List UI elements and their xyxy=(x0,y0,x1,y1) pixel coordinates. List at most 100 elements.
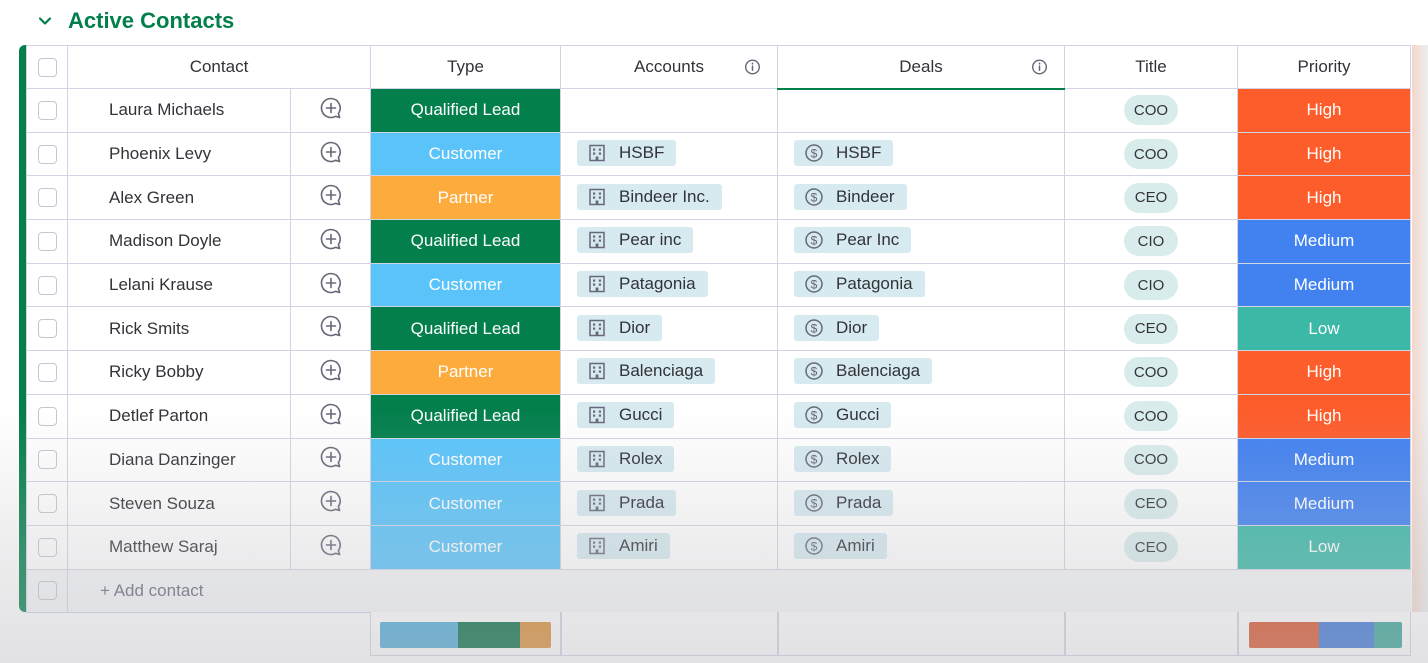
accounts-cell[interactable]: Patagonia xyxy=(560,262,778,308)
type-status-cell[interactable]: Qualified Lead xyxy=(370,306,561,352)
title-cell[interactable]: CEO xyxy=(1064,306,1238,352)
priority-status-cell[interactable]: High xyxy=(1237,175,1411,221)
contact-name[interactable]: Laura Michaels xyxy=(67,88,291,133)
contact-name[interactable]: Madison Doyle xyxy=(67,219,291,264)
add-update-icon[interactable] xyxy=(319,402,343,426)
add-contact-button[interactable]: + Add contact xyxy=(67,568,1411,614)
contact-name[interactable]: Detlef Parton xyxy=(67,393,291,439)
row-checkbox[interactable] xyxy=(37,494,57,514)
title-cell[interactable]: COO xyxy=(1064,88,1238,133)
deals-cell[interactable]: $ Patagonia xyxy=(777,262,1065,308)
account-chip[interactable]: Pear inc xyxy=(577,227,694,254)
deals-cell[interactable]: $ Rolex xyxy=(777,437,1065,483)
deal-chip[interactable]: $ HSBF xyxy=(794,140,894,167)
type-status-cell[interactable]: Customer xyxy=(370,131,561,177)
title-cell[interactable]: CIO xyxy=(1064,219,1238,264)
add-update-icon[interactable] xyxy=(319,314,343,338)
priority-status-cell[interactable]: Medium xyxy=(1237,262,1411,308)
priority-status-cell[interactable]: Low xyxy=(1237,524,1411,570)
type-status-cell[interactable]: Customer xyxy=(370,262,561,308)
type-status-cell[interactable]: Qualified Lead xyxy=(370,219,561,264)
column-header-priority[interactable]: Priority xyxy=(1237,45,1411,89)
group-title[interactable]: Active Contacts xyxy=(68,8,234,34)
title-cell[interactable]: COO xyxy=(1064,131,1238,177)
row-checkbox[interactable] xyxy=(37,275,57,295)
deal-chip[interactable]: $ Pear Inc xyxy=(794,227,912,254)
table-row[interactable]: Matthew Saraj Customer Amiri $ Amiri CEO Low xyxy=(26,524,1411,570)
info-icon[interactable] xyxy=(744,59,761,76)
type-status-cell[interactable]: Customer xyxy=(370,437,561,483)
add-update-icon[interactable] xyxy=(319,489,343,513)
table-row[interactable]: Diana Danzinger Customer Rolex $ Rolex COO Med… xyxy=(26,437,1411,483)
contact-name[interactable]: Phoenix Levy xyxy=(67,131,291,177)
title-cell[interactable]: COO xyxy=(1064,437,1238,483)
accounts-cell[interactable]: Rolex xyxy=(560,437,778,483)
deals-cell[interactable]: $ Dior xyxy=(777,306,1065,352)
row-checkbox[interactable] xyxy=(37,100,57,120)
column-header-type[interactable]: Type xyxy=(370,45,561,89)
type-status-cell[interactable]: Qualified Lead xyxy=(370,393,561,439)
row-checkbox[interactable] xyxy=(37,362,57,382)
title-cell[interactable]: CEO xyxy=(1064,175,1238,221)
type-status-cell[interactable]: Qualified Lead xyxy=(370,88,561,133)
table-row[interactable]: Phoenix Levy Customer HSBF $ HSBF COO High xyxy=(26,131,1411,177)
accounts-cell[interactable]: Balenciaga xyxy=(560,350,778,395)
column-header-title[interactable]: Title xyxy=(1064,45,1238,89)
column-header-accounts[interactable]: Accounts xyxy=(560,45,778,89)
contact-name[interactable]: Diana Danzinger xyxy=(67,437,291,483)
contact-name[interactable]: Steven Souza xyxy=(67,481,291,526)
add-update-icon[interactable] xyxy=(319,96,343,120)
add-update-icon[interactable] xyxy=(319,227,343,251)
chevron-down-icon[interactable] xyxy=(36,12,54,30)
type-status-cell[interactable]: Partner xyxy=(370,175,561,221)
add-update-icon[interactable] xyxy=(319,533,343,557)
account-chip[interactable]: HSBF xyxy=(577,140,677,167)
contact-name[interactable]: Alex Green xyxy=(67,175,291,221)
accounts-cell[interactable]: Gucci xyxy=(560,393,778,439)
priority-status-cell[interactable]: High xyxy=(1237,350,1411,395)
priority-status-cell[interactable]: Medium xyxy=(1237,481,1411,526)
account-chip[interactable]: Balenciaga xyxy=(577,358,716,385)
row-checkbox[interactable] xyxy=(37,188,57,208)
table-row[interactable]: Detlef Parton Qualified Lead Gucci $ Gucci CO… xyxy=(26,393,1411,439)
account-chip[interactable]: Prada xyxy=(577,489,677,516)
row-checkbox[interactable] xyxy=(37,406,57,426)
priority-status-cell[interactable]: Medium xyxy=(1237,219,1411,264)
add-update-icon[interactable] xyxy=(319,445,343,469)
deal-chip[interactable]: $ Gucci xyxy=(794,402,892,429)
table-row[interactable]: Ricky Bobby Partner Balenciaga $ Balenciaga C… xyxy=(26,350,1411,395)
title-cell[interactable]: CIO xyxy=(1064,262,1238,308)
accounts-cell[interactable]: Dior xyxy=(560,306,778,352)
table-row[interactable]: Rick Smits Qualified Lead Dior $ Dior CEO Low xyxy=(26,306,1411,352)
table-row[interactable]: Lelani Krause Customer Patagonia $ Patagonia… xyxy=(26,262,1411,308)
accounts-cell[interactable]: Bindeer Inc. xyxy=(560,175,778,221)
contact-name[interactable]: Rick Smits xyxy=(67,306,291,352)
title-cell[interactable]: CEO xyxy=(1064,481,1238,526)
account-chip[interactable]: Rolex xyxy=(577,445,675,472)
priority-status-cell[interactable]: High xyxy=(1237,131,1411,177)
account-chip[interactable]: Dior xyxy=(577,314,663,341)
column-header-deals[interactable]: Deals xyxy=(777,45,1065,90)
row-checkbox[interactable] xyxy=(37,319,57,339)
type-status-cell[interactable]: Customer xyxy=(370,524,561,570)
table-row[interactable]: Madison Doyle Qualified Lead Pear inc $ Pear… xyxy=(26,219,1411,264)
priority-status-cell[interactable]: High xyxy=(1237,88,1411,133)
priority-distribution-bar[interactable] xyxy=(1249,622,1402,648)
add-update-icon[interactable] xyxy=(319,183,343,207)
contact-name[interactable]: Matthew Saraj xyxy=(67,524,291,570)
add-update-icon[interactable] xyxy=(319,358,343,382)
deal-chip[interactable]: $ Balenciaga xyxy=(794,358,933,385)
account-chip[interactable]: Patagonia xyxy=(577,271,708,298)
accounts-cell[interactable]: Amiri xyxy=(560,524,778,570)
type-status-cell[interactable]: Partner xyxy=(370,350,561,395)
accounts-cell[interactable]: HSBF xyxy=(560,131,778,177)
type-status-cell[interactable]: Customer xyxy=(370,481,561,526)
deals-cell[interactable]: $ Amiri xyxy=(777,524,1065,570)
deal-chip[interactable]: $ Rolex xyxy=(794,445,892,472)
title-cell[interactable]: COO xyxy=(1064,393,1238,439)
deals-cell[interactable]: $ Gucci xyxy=(777,393,1065,439)
account-chip[interactable]: Gucci xyxy=(577,402,675,429)
table-row[interactable]: Alex Green Partner Bindeer Inc. $ Bindeer CEO… xyxy=(26,175,1411,221)
contact-name[interactable]: Lelani Krause xyxy=(67,262,291,308)
deal-chip[interactable]: $ Dior xyxy=(794,314,880,341)
